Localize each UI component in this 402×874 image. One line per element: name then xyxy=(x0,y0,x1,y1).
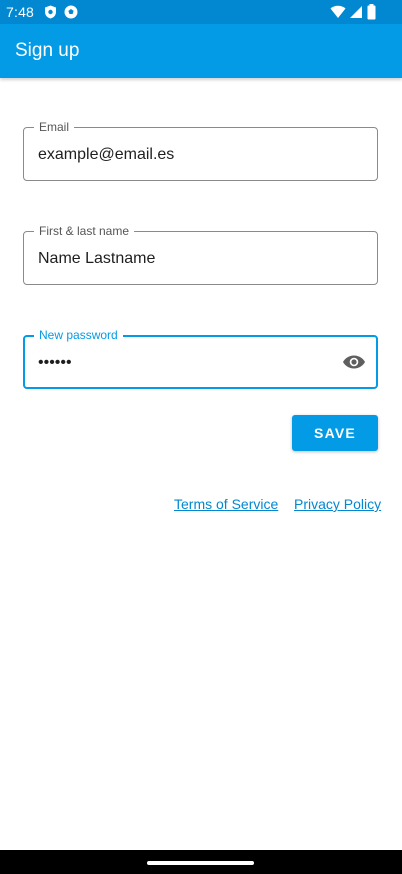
battery-icon xyxy=(367,4,381,20)
home-indicator[interactable] xyxy=(147,861,254,865)
status-bar: 7:48 xyxy=(0,0,402,24)
soccer-ball-icon xyxy=(64,5,78,19)
terms-of-service-link[interactable]: Terms of Service xyxy=(174,496,278,512)
password-label: New password xyxy=(34,328,123,342)
wifi-icon xyxy=(330,5,346,19)
status-time: 7:48 xyxy=(6,4,35,20)
email-value: example@email.es xyxy=(38,146,175,163)
password-value: •••••• xyxy=(38,354,72,371)
signal-icon xyxy=(349,5,363,19)
page-title: Sign up xyxy=(15,40,80,61)
save-button[interactable]: SAVE xyxy=(292,415,378,451)
privacy-policy-link[interactable]: Privacy Policy xyxy=(294,496,381,512)
navigation-bar xyxy=(0,850,402,874)
app-bar: Sign up xyxy=(0,24,402,78)
sign-up-screen: 7:48 Sign up Email example@email.es Firs… xyxy=(0,0,402,874)
name-field[interactable]: First & last name Name Lastname xyxy=(23,224,378,285)
name-label: First & last name xyxy=(34,224,135,238)
password-field[interactable]: New password •••••• xyxy=(23,328,378,389)
shield-icon xyxy=(44,5,58,19)
email-field[interactable]: Email example@email.es xyxy=(23,120,378,181)
name-value: Name Lastname xyxy=(38,250,156,267)
eye-icon[interactable] xyxy=(342,352,366,372)
email-label: Email xyxy=(34,120,75,134)
